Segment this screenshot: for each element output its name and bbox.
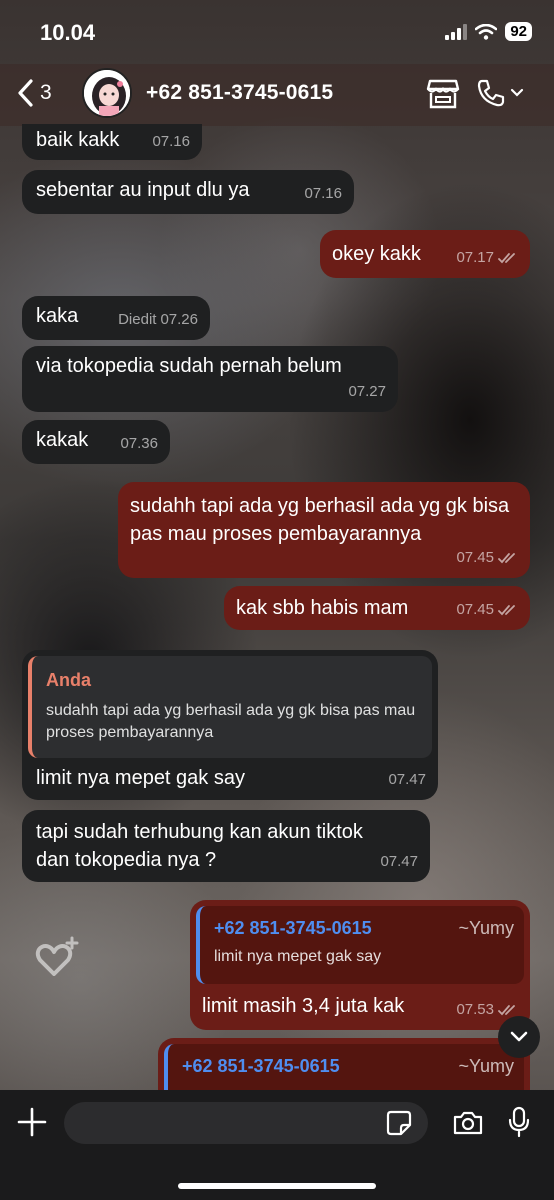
message-incoming[interactable]: kaka Diedit 07.26 — [22, 296, 210, 340]
battery-level: 92 — [505, 22, 532, 41]
quote-sender: ~Yumy — [458, 918, 514, 938]
phone-icon — [477, 79, 505, 107]
sticker-icon[interactable] — [386, 1110, 412, 1136]
message-meta: 07.45 — [456, 544, 518, 572]
message-incoming[interactable]: tapi sudah terhubung kan akun tiktok dan… — [22, 810, 430, 882]
read-checkmark-icon — [498, 553, 515, 564]
message-meta: 07.17 — [456, 244, 518, 272]
home-indicator — [178, 1183, 376, 1189]
message-text: kak sbb habis mam — [236, 597, 409, 619]
message-text: kaka — [36, 305, 79, 327]
edited-label: Diedit — [118, 311, 157, 328]
message-outgoing-reply[interactable]: +62 851-3745-0615 limit nya mepet gak sa… — [190, 900, 530, 1030]
avatar-illustration-icon — [84, 70, 130, 116]
chevron-down-icon — [510, 1031, 528, 1042]
contact-name[interactable]: +62 851-3745-0615 — [146, 81, 333, 105]
message-text: kakak — [36, 429, 89, 451]
camera-icon[interactable] — [452, 1110, 484, 1136]
status-indicators: 92 — [445, 22, 532, 41]
message-incoming[interactable]: sebentar au input dlu ya 07.16 — [22, 170, 354, 214]
message-text: tapi sudah terhubung kan akun tiktok dan… — [36, 821, 363, 871]
quote-author: Anda — [46, 670, 91, 690]
store-icon[interactable] — [426, 78, 460, 110]
read-checkmark-icon — [498, 253, 515, 264]
message-outgoing-reply[interactable]: +62 851-3745-0615 ~Yumy — [158, 1038, 530, 1098]
message-incoming[interactable]: kakak 07.36 — [22, 420, 170, 464]
message-time: 07.17 — [456, 249, 494, 266]
message-text: via tokopedia sudah pernah belum — [36, 355, 342, 377]
message-text: okey kakk — [332, 243, 421, 265]
message-input[interactable] — [64, 1102, 428, 1144]
message-time: 07.53 — [456, 1001, 494, 1018]
quoted-message[interactable]: +62 851-3745-0615 limit nya mepet gak sa… — [196, 906, 524, 984]
message-incoming[interactable]: baik kakk 07.16 — [22, 124, 202, 160]
message-text: baik kakk — [36, 129, 120, 151]
chevron-down-icon — [510, 88, 524, 97]
chat-header: 3 +62 851-3745-0615 — [0, 64, 554, 126]
message-meta: Diedit 07.26 — [118, 306, 198, 334]
message-outgoing[interactable]: okey kakk 07.17 — [320, 230, 530, 278]
message-time: 07.16 — [152, 133, 190, 150]
wallpaper-heart-icon — [35, 936, 79, 976]
message-time: 07.26 — [160, 311, 198, 328]
scroll-to-bottom-button[interactable] — [498, 1016, 540, 1058]
message-meta: 07.45 — [456, 596, 518, 624]
message-outgoing[interactable]: kak sbb habis mam 07.45 — [224, 586, 530, 630]
mic-icon[interactable] — [508, 1106, 530, 1138]
message-time: 07.47 — [380, 853, 418, 870]
quote-text: sudahh tapi ada yg berhasil ada yg gk bi… — [46, 702, 416, 741]
message-outgoing[interactable]: sudahh tapi ada yg berhasil ada yg gk bi… — [118, 482, 530, 578]
contact-avatar[interactable] — [82, 68, 132, 118]
message-time: 07.45 — [456, 549, 494, 566]
back-chevron-icon — [18, 79, 33, 107]
message-time: 07.27 — [348, 383, 386, 400]
message-incoming[interactable]: via tokopedia sudah pernah belum 07.27 — [22, 346, 398, 412]
plus-icon[interactable] — [16, 1106, 48, 1138]
status-bar: 10.04 92 — [0, 0, 554, 64]
quoted-message[interactable]: Anda sudahh tapi ada yg berhasil ada yg … — [28, 656, 432, 758]
status-time: 10.04 — [40, 20, 96, 45]
call-button[interactable] — [476, 78, 524, 108]
message-incoming-reply[interactable]: Anda sudahh tapi ada yg berhasil ada yg … — [22, 650, 438, 800]
back-button[interactable]: 3 — [16, 78, 52, 108]
signal-icon — [445, 23, 468, 40]
message-time: 07.36 — [120, 435, 158, 452]
message-time: 07.16 — [304, 185, 342, 202]
message-time: 07.45 — [456, 601, 494, 618]
quote-text: limit nya mepet gak say — [214, 948, 382, 965]
message-text: limit nya mepet gak say — [36, 767, 245, 789]
read-checkmark-icon — [498, 605, 515, 616]
read-checkmark-icon — [498, 1005, 515, 1016]
unread-count: 3 — [40, 81, 52, 104]
message-text: limit masih 3,4 juta kak — [202, 995, 405, 1017]
message-time: 07.47 — [388, 771, 426, 788]
message-text: sudahh tapi ada yg berhasil ada yg gk bi… — [130, 495, 510, 545]
message-text: sebentar au input dlu ya — [36, 179, 250, 201]
quote-sender: ~Yumy — [458, 1056, 514, 1076]
wifi-icon — [475, 23, 498, 40]
